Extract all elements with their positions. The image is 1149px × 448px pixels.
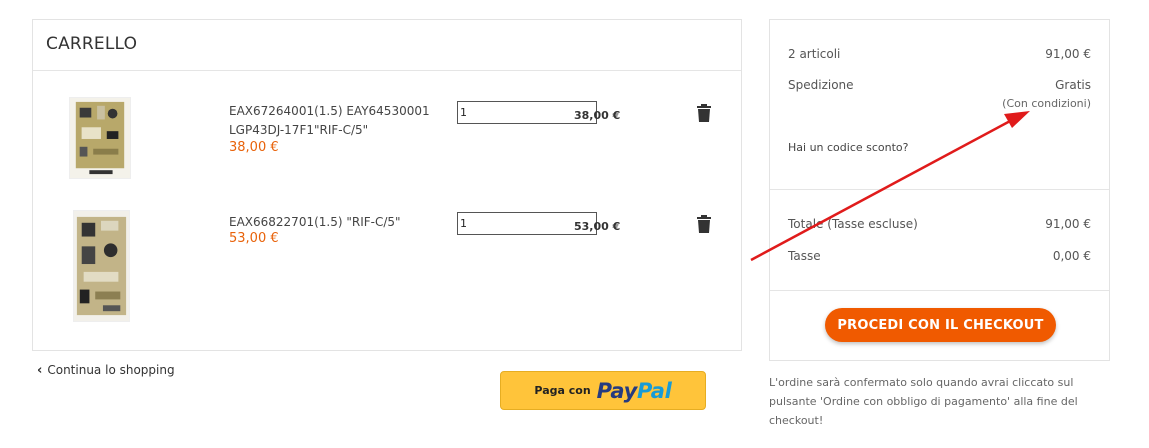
trash-icon[interactable] bbox=[696, 215, 712, 233]
divider bbox=[33, 70, 741, 71]
cart-panel: CARRELLO EAX67264001(1.5) EAY64530001 LG… bbox=[32, 19, 742, 351]
divider bbox=[770, 189, 1109, 190]
cart-item: EAX67264001(1.5) EAY64530001 LGP43DJ-17F… bbox=[33, 97, 741, 207]
paypal-button[interactable]: Paga con PayPal bbox=[500, 371, 706, 410]
shipping-row: Spedizione Gratis bbox=[788, 78, 1091, 92]
checkout-button[interactable]: PROCEDI CON IL CHECKOUT bbox=[825, 308, 1056, 342]
line-total: 38,00 € bbox=[574, 109, 621, 122]
divider bbox=[770, 290, 1109, 291]
cart-item: EAX66822701(1.5) "RIF-C/5" 53,00 € 53,00… bbox=[33, 208, 741, 322]
trash-icon[interactable] bbox=[696, 104, 712, 122]
product-image[interactable] bbox=[73, 210, 130, 322]
total-label: Totale (Tasse escluse) bbox=[788, 217, 918, 231]
shipping-label: Spedizione bbox=[788, 78, 854, 92]
promo-code-link[interactable]: Hai un codice sconto? bbox=[788, 141, 909, 154]
product-name[interactable]: EAX67264001(1.5) EAY64530001 LGP43DJ-17F… bbox=[229, 102, 439, 140]
order-summary-panel: 2 articoli 91,00 € Spedizione Gratis (Co… bbox=[769, 19, 1110, 361]
items-subtotal: 91,00 € bbox=[1045, 47, 1091, 61]
shipping-conditions: (Con condizioni) bbox=[1002, 97, 1091, 110]
continue-shopping-label: Continua lo shopping bbox=[47, 363, 175, 377]
product-price: 53,00 € bbox=[229, 231, 279, 246]
cart-title: CARRELLO bbox=[46, 34, 138, 54]
product-name[interactable]: EAX66822701(1.5) "RIF-C/5" bbox=[229, 213, 439, 232]
tax-row: Tasse 0,00 € bbox=[788, 249, 1091, 263]
items-count-row: 2 articoli 91,00 € bbox=[788, 47, 1091, 61]
continue-shopping-link[interactable]: ‹ Continua lo shopping bbox=[37, 363, 175, 378]
total-row: Totale (Tasse escluse) 91,00 € bbox=[788, 217, 1091, 231]
paypal-prefix: Paga con bbox=[534, 384, 591, 397]
order-confirmation-note: L'ordine sarà confermato solo quando avr… bbox=[769, 376, 1078, 427]
items-count-label: 2 articoli bbox=[788, 47, 841, 61]
line-total: 53,00 € bbox=[574, 220, 621, 233]
shipping-value: Gratis bbox=[1055, 78, 1091, 92]
paypal-logo: PayPal bbox=[596, 378, 672, 403]
product-image[interactable] bbox=[69, 97, 131, 179]
chevron-left-icon: ‹ bbox=[37, 363, 43, 378]
total-value: 91,00 € bbox=[1045, 217, 1091, 231]
tax-label: Tasse bbox=[788, 249, 821, 263]
tax-value: 0,00 € bbox=[1052, 249, 1091, 263]
product-price: 38,00 € bbox=[229, 140, 279, 155]
